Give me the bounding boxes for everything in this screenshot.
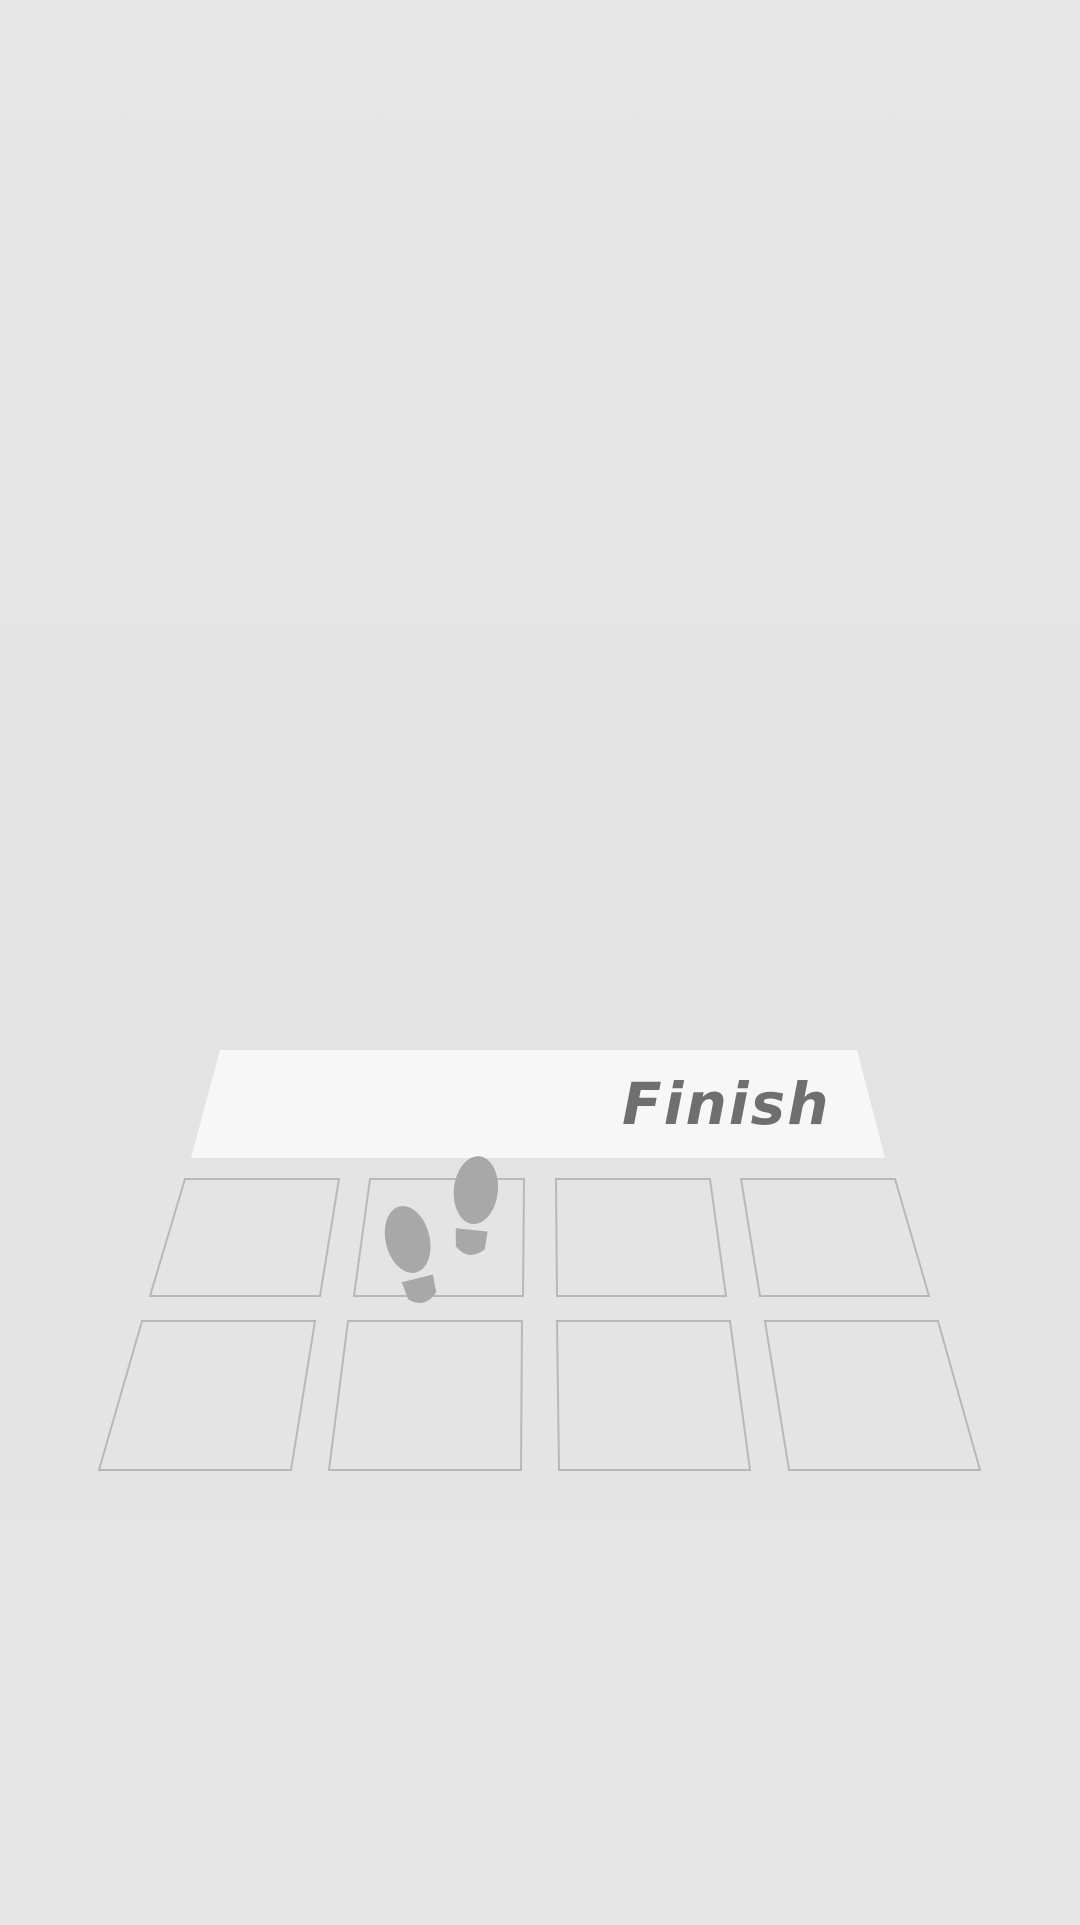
tile-r2-c4[interactable] bbox=[763, 1320, 982, 1471]
tile-r1-c2[interactable] bbox=[352, 1178, 526, 1297]
tile-r2-c3[interactable] bbox=[555, 1320, 752, 1471]
tile-r1-c4[interactable] bbox=[739, 1178, 931, 1297]
finish-label: Finish bbox=[622, 1070, 831, 1138]
tile-r1-c1[interactable] bbox=[148, 1178, 341, 1297]
tile-r1-c3[interactable] bbox=[554, 1178, 728, 1297]
finish-banner: Finish bbox=[191, 1050, 885, 1158]
tile-r2-c1[interactable] bbox=[97, 1320, 317, 1471]
footprints-icon bbox=[384, 1156, 499, 1303]
game-board: Finish bbox=[97, 1050, 982, 1471]
left-footprint bbox=[384, 1206, 437, 1303]
game-board-scene: Finish bbox=[0, 0, 1080, 1920]
tile-row-1 bbox=[148, 1178, 931, 1297]
right-footprint bbox=[453, 1156, 499, 1255]
tile-row-2 bbox=[97, 1320, 982, 1471]
tile-r2-c2[interactable] bbox=[327, 1320, 524, 1471]
